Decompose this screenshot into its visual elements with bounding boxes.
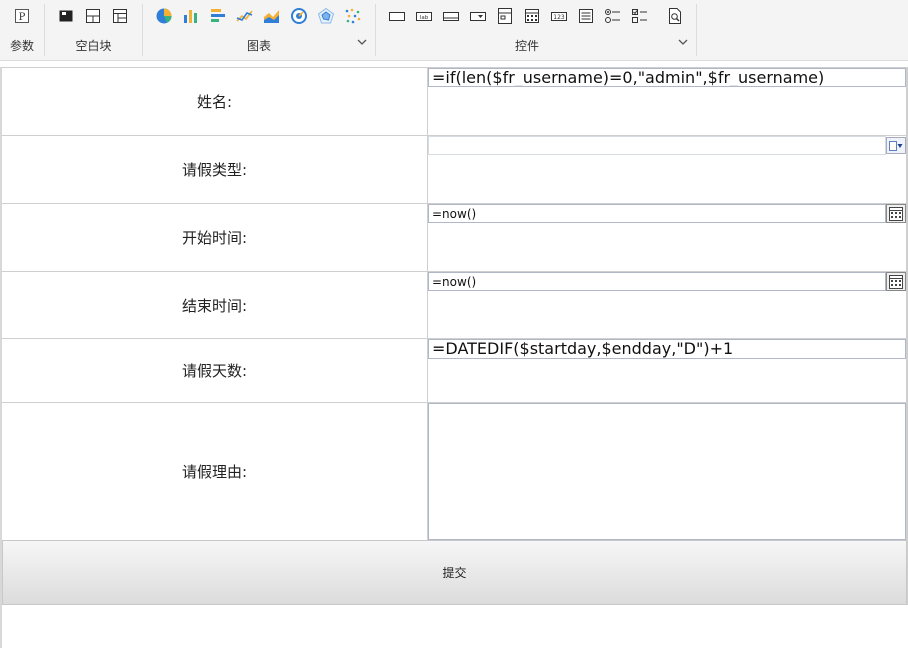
scatter-chart-icon[interactable] bbox=[343, 6, 363, 26]
toolbar-group-blank: 空白块 bbox=[45, 0, 142, 60]
radar-chart-icon[interactable] bbox=[316, 6, 336, 26]
svg-text:P: P bbox=[19, 12, 26, 23]
checkbox-group-icon[interactable] bbox=[630, 6, 650, 26]
days-label: 请假天数: bbox=[2, 339, 428, 402]
leave-type-combo[interactable] bbox=[428, 136, 886, 155]
end-time-field[interactable]: =now() bbox=[428, 272, 886, 291]
dropdown-tree-icon[interactable] bbox=[495, 6, 515, 26]
toolbar-group-param: P 参数 bbox=[0, 0, 44, 60]
radio-group-icon[interactable] bbox=[603, 6, 623, 26]
preview-icon[interactable] bbox=[665, 6, 685, 26]
dropdown-arrow-icon bbox=[889, 140, 903, 151]
reason-textarea[interactable] bbox=[428, 403, 906, 540]
area-chart-icon[interactable] bbox=[262, 6, 282, 26]
date-icon[interactable] bbox=[522, 6, 542, 26]
dropdown-icon[interactable] bbox=[468, 6, 488, 26]
split-layout-icon[interactable] bbox=[83, 6, 103, 26]
toolbar-label-blank: 空白块 bbox=[75, 39, 112, 53]
grid-layout-icon[interactable] bbox=[110, 6, 130, 26]
reason-label: 请假理由: bbox=[2, 403, 428, 540]
toolbar-label-param: 参数 bbox=[9, 39, 34, 53]
toolbar-group-chart: 图表 bbox=[143, 0, 375, 60]
start-time-field[interactable]: =now() bbox=[428, 204, 886, 223]
start-time-label: 开始时间: bbox=[2, 204, 428, 271]
gauge-chart-icon[interactable] bbox=[289, 6, 309, 26]
svg-text:lab: lab bbox=[420, 15, 429, 21]
widget-expand-chevron-icon[interactable] bbox=[678, 38, 688, 46]
leave-type-dropdown-button[interactable] bbox=[886, 137, 906, 154]
toolbar-label-chart: 图表 bbox=[246, 39, 271, 53]
end-time-calendar-button[interactable] bbox=[886, 272, 906, 291]
button-icon[interactable] bbox=[441, 6, 461, 26]
svg-text:123: 123 bbox=[553, 14, 565, 21]
leave-type-label: 请假类型: bbox=[2, 136, 428, 203]
list-icon[interactable] bbox=[576, 6, 596, 26]
absolute-layout-icon[interactable] bbox=[56, 6, 76, 26]
calendar-icon bbox=[889, 206, 903, 221]
form-row-days: 请假天数: =DATEDIF($startday,$endday,"D")+1 bbox=[2, 339, 907, 403]
label-icon[interactable]: lab bbox=[414, 6, 434, 26]
submit-button[interactable]: 提交 bbox=[2, 540, 907, 605]
form-row-leave-type: 请假类型: bbox=[2, 136, 907, 204]
line-chart-icon[interactable] bbox=[235, 6, 255, 26]
calendar-icon bbox=[889, 274, 903, 289]
widget-toolbar: P 参数 空白块 图表 lab 123 控件 bbox=[0, 0, 908, 61]
name-label: 姓名: bbox=[2, 68, 428, 135]
end-time-label: 结束时间: bbox=[2, 272, 428, 338]
name-field[interactable]: =if(len($fr_username)=0,"admin",$fr_user… bbox=[428, 68, 906, 87]
parameter-icon[interactable]: P bbox=[12, 6, 32, 26]
toolbar-group-widget: lab 123 控件 bbox=[376, 0, 696, 60]
bar-chart-icon[interactable] bbox=[181, 6, 201, 26]
number-icon[interactable]: 123 bbox=[549, 6, 569, 26]
horizontal-bar-icon[interactable] bbox=[208, 6, 228, 26]
form-row-reason: 请假理由: bbox=[2, 403, 907, 540]
chart-expand-chevron-icon[interactable] bbox=[357, 38, 367, 46]
text-field-icon[interactable] bbox=[387, 6, 407, 26]
start-time-calendar-button[interactable] bbox=[886, 204, 906, 223]
form-row-start-time: 开始时间: =now() bbox=[2, 204, 907, 272]
days-field[interactable]: =DATEDIF($startday,$endday,"D")+1 bbox=[428, 339, 906, 359]
form-row-name: 姓名: =if(len($fr_username)=0,"admin",$fr_… bbox=[2, 68, 907, 136]
toolbar-label-widget: 控件 bbox=[514, 39, 539, 53]
pie-chart-icon[interactable] bbox=[154, 6, 174, 26]
form-row-end-time: 结束时间: =now() bbox=[2, 272, 907, 339]
